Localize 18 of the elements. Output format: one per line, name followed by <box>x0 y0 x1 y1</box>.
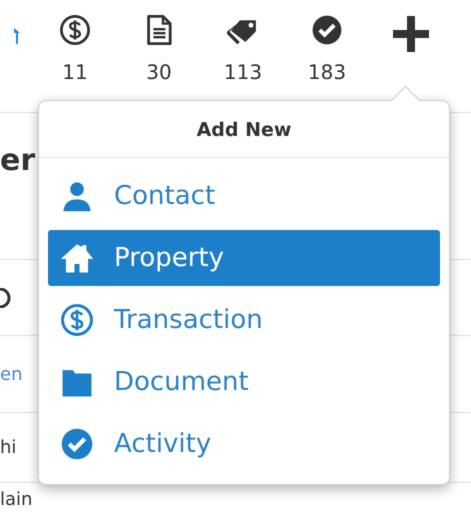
row-link[interactable]: en <box>0 364 22 384</box>
arrow-icon[interactable] <box>14 28 20 44</box>
heading-text: er <box>0 143 36 178</box>
count-label: 183 <box>308 60 346 84</box>
menu-item[interactable]: Property <box>48 230 440 286</box>
menu-title: Add New <box>39 101 449 158</box>
menu-item[interactable]: Activity <box>48 416 440 472</box>
check-icon <box>60 427 94 461</box>
menu-item[interactable]: Contact <box>48 168 440 224</box>
add-icon[interactable] <box>391 14 431 54</box>
count-label: 113 <box>224 60 262 84</box>
menu-item[interactable]: Transaction <box>48 292 440 348</box>
dollar-icon <box>60 303 94 337</box>
menu-item[interactable]: Document <box>48 354 440 410</box>
row-text: lain <box>0 488 32 510</box>
count-label: 30 <box>146 60 172 84</box>
count-label: 11 <box>62 60 88 84</box>
row-text: hi <box>0 437 16 458</box>
